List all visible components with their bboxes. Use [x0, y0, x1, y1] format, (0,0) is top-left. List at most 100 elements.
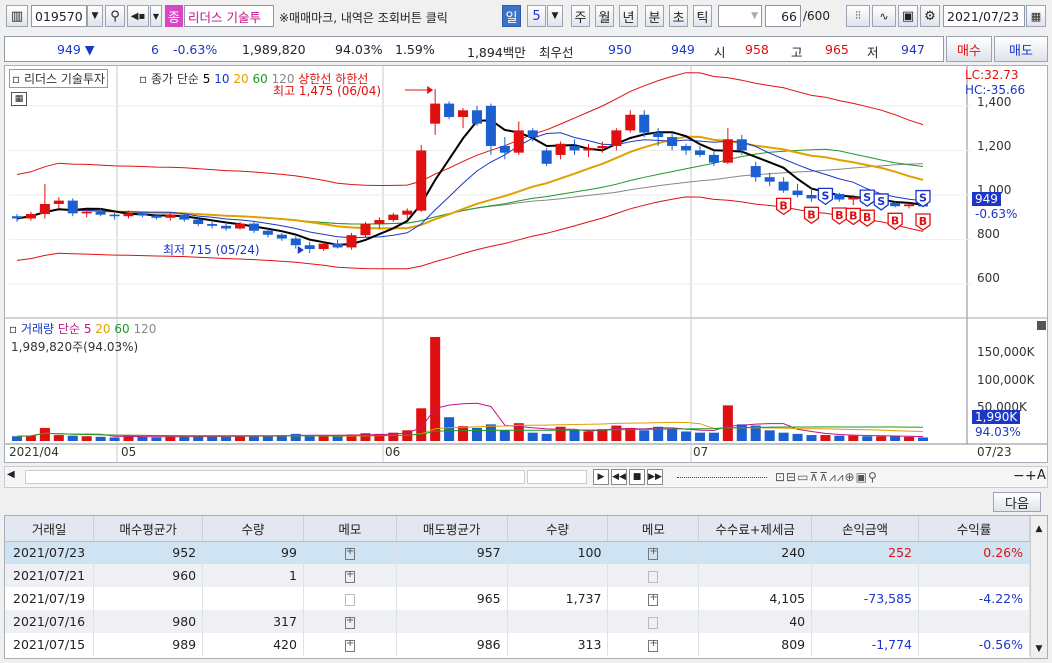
cell-sell-memo[interactable]: [607, 610, 700, 633]
legend-ma-label: 종가 단순: [150, 72, 199, 86]
volume-bar: [862, 436, 873, 441]
count-input[interactable]: 66: [765, 5, 801, 27]
period-dropdown-icon[interactable]: ▼: [547, 5, 563, 27]
cell-date: 2021/07/23: [5, 541, 95, 564]
table-row[interactable]: 2021/07/2395299 957100 2402520.26%: [5, 541, 1030, 564]
period-year[interactable]: 년: [619, 5, 638, 27]
drawing-tools-icon[interactable]: ⊡⊟▭⊼⊼⩘⩘⊕▣⚲: [775, 470, 878, 485]
memo-icon[interactable]: [648, 570, 659, 583]
chart-panel[interactable]: BBBBBBBSSSS ▫ 리더스 기술투자 ▫ 종가 단순 5 10 20 6…: [4, 65, 1048, 463]
header-date[interactable]: 거래일: [5, 516, 95, 542]
calendar-icon[interactable]: ▦: [1026, 5, 1046, 27]
candle-body: [458, 110, 469, 117]
header-sell-qty[interactable]: 수량: [507, 516, 609, 542]
period-second[interactable]: 초: [669, 5, 688, 27]
cell-buy-avg: 980: [93, 610, 204, 633]
buy-button[interactable]: 매수: [946, 36, 992, 62]
table-scrollbar[interactable]: ▲ ▼: [1030, 516, 1047, 658]
scroll-track[interactable]: [25, 470, 525, 484]
table-row[interactable]: 2021/07/15989420 986313 809-1,774-0.56%: [5, 633, 1030, 656]
draw-line-icon[interactable]: ∿: [872, 5, 896, 27]
tick-dropdown[interactable]: ▼: [718, 5, 762, 27]
memo-icon[interactable]: [344, 569, 355, 583]
next-page-button[interactable]: 다음: [993, 492, 1041, 512]
period-week[interactable]: 주: [571, 5, 590, 27]
sound-icon[interactable]: ◀▪: [127, 5, 149, 27]
header-buy-qty[interactable]: 수량: [202, 516, 304, 542]
chart-settings-icon[interactable]: ⫶⫶: [846, 5, 870, 27]
volume-bar: [639, 430, 650, 441]
header-fee[interactable]: 수수료+제세금: [698, 516, 813, 542]
window-menu-icon[interactable]: ▥: [6, 5, 28, 27]
pane-close-icon[interactable]: [1037, 321, 1046, 330]
scroll-right-icon[interactable]: ▶: [593, 469, 609, 485]
scroll-left-icon[interactable]: ◀: [7, 469, 21, 485]
memo-icon[interactable]: [648, 592, 659, 606]
scroll-down-icon[interactable]: ▼: [1031, 644, 1047, 654]
period-tick[interactable]: 틱: [693, 5, 712, 27]
cell-buy-memo[interactable]: [303, 610, 397, 633]
cell-buy-memo[interactable]: [303, 587, 397, 610]
rewind-icon[interactable]: ◀◀: [611, 469, 627, 485]
save-icon[interactable]: ▣: [898, 5, 918, 27]
cell-sell-memo[interactable]: [607, 587, 700, 610]
grid-table-icon[interactable]: ▦: [11, 92, 27, 106]
cell-fee: 240: [698, 541, 813, 564]
cell-buy-memo[interactable]: [303, 541, 397, 564]
stock-code-input[interactable]: 019570: [31, 5, 87, 27]
period-month[interactable]: 월: [595, 5, 614, 27]
period-value[interactable]: 5: [527, 5, 546, 27]
sell-button[interactable]: 매도: [994, 36, 1048, 62]
memo-icon[interactable]: [648, 638, 659, 652]
memo-icon[interactable]: [344, 615, 355, 629]
memo-icon[interactable]: [648, 616, 659, 629]
period-day[interactable]: 일: [502, 5, 521, 27]
candle-body: [583, 148, 594, 151]
period-minute[interactable]: 분: [645, 5, 664, 27]
forward-icon[interactable]: ▶▶: [647, 469, 663, 485]
cell-sell-memo[interactable]: [607, 541, 700, 564]
trade-history-table[interactable]: 거래일 매수평균가 수량 메모 매도평균가 수량 메모 수수료+제세금 손익금액…: [4, 515, 1048, 659]
header-sell-memo[interactable]: 메모: [607, 516, 700, 542]
best-quote-label: 최우선: [539, 45, 574, 60]
cell-buy-memo[interactable]: [303, 633, 397, 656]
legend-stock[interactable]: ▫ 리더스 기술투자: [9, 69, 109, 88]
volume-bar: [834, 435, 845, 441]
cell-sell-memo[interactable]: [607, 633, 700, 656]
header-return[interactable]: 수익률: [918, 516, 1030, 542]
memo-icon[interactable]: [344, 593, 355, 606]
table-header-row: 거래일 매수평균가 수량 메모 매도평균가 수량 메모 수수료+제세금 손익금액…: [5, 516, 1030, 542]
volume-info: 1,989,820주(94.03%): [11, 340, 139, 354]
memo-icon[interactable]: [344, 638, 355, 652]
font-size-icon[interactable]: A: [1037, 468, 1046, 483]
sound-dropdown-icon[interactable]: ▼: [150, 5, 162, 27]
header-pnl[interactable]: 손익금액: [811, 516, 919, 542]
stock-name-field[interactable]: 리더스 기술투: [184, 5, 274, 27]
stop-icon[interactable]: ■: [629, 469, 645, 485]
date-input[interactable]: 2021/07/23: [943, 5, 1025, 27]
memo-icon[interactable]: [344, 546, 355, 560]
volume-legend[interactable]: ▫ 거래량 단순 5 20 60 120: [9, 320, 156, 337]
cell-buy-memo[interactable]: [303, 564, 397, 587]
gear-icon[interactable]: ⚙: [920, 5, 940, 27]
bid-price: 949: [671, 42, 695, 57]
table-row[interactable]: 2021/07/16980317 40: [5, 610, 1030, 633]
header-buy-memo[interactable]: 메모: [303, 516, 397, 542]
table-row[interactable]: 2021/07/21 960 1: [5, 564, 1030, 587]
header-buy-avg[interactable]: 매수평균가: [93, 516, 204, 542]
zoom-in-icon[interactable]: +: [1025, 468, 1037, 484]
scroll-up-icon[interactable]: ▲: [1031, 524, 1047, 534]
zoom-out-icon[interactable]: −: [1013, 468, 1025, 484]
buy-marker-label: B: [891, 214, 899, 227]
legend-ma-20: 20: [233, 72, 249, 86]
chart-scrollbar[interactable]: ◀ ▶ ◀◀ ■ ▶▶ ⊡⊟▭⊼⊼⩘⩘⊕▣⚲ − + A: [4, 466, 1048, 488]
price-volume-chart[interactable]: BB B B B B BS S S S: [5, 66, 1047, 462]
header-sell-avg[interactable]: 매도평균가: [396, 516, 508, 542]
zoom-slider[interactable]: [677, 477, 767, 478]
search-icon[interactable]: ⚲: [105, 5, 125, 27]
scroll-thumb[interactable]: [527, 470, 587, 484]
cell-sell-memo[interactable]: [607, 564, 700, 587]
table-row[interactable]: 2021/07/19 9651,737 4,105-73,585-4.22%: [5, 587, 1030, 610]
memo-icon[interactable]: [648, 546, 659, 560]
code-dropdown-icon[interactable]: ▼: [87, 5, 103, 27]
